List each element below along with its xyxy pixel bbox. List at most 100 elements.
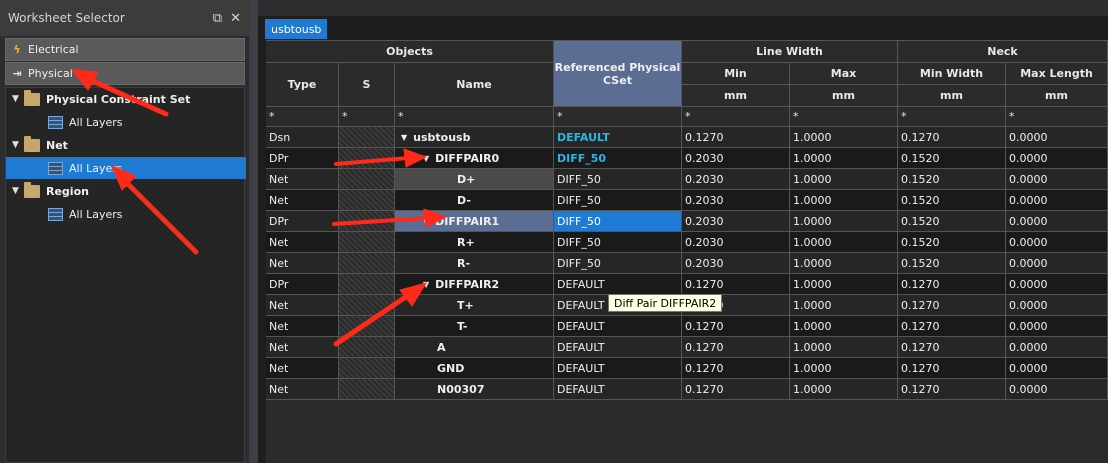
cell-cset[interactable]: DEFAULT xyxy=(554,358,682,379)
filter-lw-min[interactable]: * xyxy=(682,107,790,127)
cell-type[interactable]: Net xyxy=(266,379,339,400)
tree-node-pcs-all-layers[interactable]: All Layers xyxy=(48,111,123,133)
header-lw-max[interactable]: Max xyxy=(790,63,898,85)
cell-neck-min[interactable]: 0.1520 xyxy=(898,232,1006,253)
cell-name[interactable]: ▼ DIFFPAIR1 xyxy=(395,211,554,232)
header-type[interactable]: Type xyxy=(266,63,339,107)
cell-type[interactable]: Net xyxy=(266,295,339,316)
filter-cset[interactable]: * xyxy=(554,107,682,127)
table-row[interactable]: Net N00307 DEFAULT 0.1270 1.0000 0.1270 0.0000 xyxy=(266,379,1108,400)
cell-neck-max[interactable]: 0.0000 xyxy=(1006,148,1108,169)
tree-node-region[interactable]: ▼ Region xyxy=(12,180,89,202)
cell-cset[interactable]: DIFF_50 xyxy=(554,169,682,190)
cell-lw-max[interactable]: 1.0000 xyxy=(790,190,898,211)
cell-name[interactable]: ▼ DIFFPAIR0 xyxy=(395,148,554,169)
cell-neck-min[interactable]: 0.1270 xyxy=(898,295,1006,316)
cell-neck-max[interactable]: 0.0000 xyxy=(1006,190,1108,211)
cell-cset[interactable]: DEFAULT xyxy=(554,127,682,148)
cell-neck-max[interactable]: 0.0000 xyxy=(1006,127,1108,148)
tab-usbtousb[interactable]: usbtousb xyxy=(265,19,328,39)
cell-neck-min[interactable]: 0.1520 xyxy=(898,211,1006,232)
cell-neck-max[interactable]: 0.0000 xyxy=(1006,379,1108,400)
expand-arrow-icon[interactable]: ▼ xyxy=(12,186,24,196)
cell-neck-min[interactable]: 0.1520 xyxy=(898,253,1006,274)
close-icon[interactable]: ✕ xyxy=(230,11,241,26)
cell-name[interactable]: D- xyxy=(395,190,554,211)
cell-s[interactable] xyxy=(339,127,395,148)
table-row[interactable]: Net R+ DIFF_50 0.2030 1.0000 0.1520 0.0000 xyxy=(266,232,1108,253)
header-neck-max-length[interactable]: Max Length xyxy=(1006,63,1108,85)
cell-lw-max[interactable]: 1.0000 xyxy=(790,379,898,400)
cell-s[interactable] xyxy=(339,295,395,316)
filter-neck-min[interactable]: * xyxy=(898,107,1006,127)
cell-neck-min[interactable]: 0.1520 xyxy=(898,190,1006,211)
cell-neck-max[interactable]: 0.0000 xyxy=(1006,337,1108,358)
cell-cset[interactable]: DIFF_50 xyxy=(554,190,682,211)
cell-lw-max[interactable]: 1.0000 xyxy=(790,169,898,190)
expand-arrow-icon[interactable]: ▼ xyxy=(423,217,429,226)
cell-s[interactable] xyxy=(339,316,395,337)
cell-type[interactable]: Net xyxy=(266,316,339,337)
cell-s[interactable] xyxy=(339,169,395,190)
cell-cset[interactable]: DIFF_50 xyxy=(554,253,682,274)
cell-type[interactable]: Net xyxy=(266,358,339,379)
cell-lw-max[interactable]: 1.0000 xyxy=(790,148,898,169)
header-lw-min[interactable]: Min xyxy=(682,63,790,85)
cell-cset[interactable]: DEFAULT xyxy=(554,379,682,400)
expand-arrow-icon[interactable]: ▼ xyxy=(12,140,24,150)
expand-arrow-icon[interactable]: ▼ xyxy=(423,154,429,163)
cell-type[interactable]: Net xyxy=(266,190,339,211)
tree-node-net[interactable]: ▼ Net xyxy=(12,134,68,156)
cell-lw-min[interactable]: 0.2030 xyxy=(682,253,790,274)
cell-name[interactable]: GND xyxy=(395,358,554,379)
cell-name[interactable]: R+ xyxy=(395,232,554,253)
cell-lw-max[interactable]: 1.0000 xyxy=(790,358,898,379)
cell-lw-min[interactable]: 0.1270 xyxy=(682,274,790,295)
cell-neck-max[interactable]: 0.0000 xyxy=(1006,211,1108,232)
cell-neck-min[interactable]: 0.1520 xyxy=(898,148,1006,169)
filter-lw-max[interactable]: * xyxy=(790,107,898,127)
cell-neck-min[interactable]: 0.1270 xyxy=(898,379,1006,400)
cell-cset[interactable]: DIFF_50 xyxy=(554,232,682,253)
cell-neck-max[interactable]: 0.0000 xyxy=(1006,295,1108,316)
cell-lw-min[interactable]: 0.1270 xyxy=(682,337,790,358)
cell-s[interactable] xyxy=(339,274,395,295)
cell-neck-min[interactable]: 0.1270 xyxy=(898,358,1006,379)
cell-neck-min[interactable]: 0.1270 xyxy=(898,127,1006,148)
table-row[interactable]: DPr ▼ DIFFPAIR0 DIFF_50 0.2030 1.0000 0.1520 0.… xyxy=(266,148,1108,169)
cell-lw-max[interactable]: 1.0000 xyxy=(790,127,898,148)
cell-cset[interactable]: DIFF_50 xyxy=(554,211,682,232)
cell-neck-max[interactable]: 0.0000 xyxy=(1006,253,1108,274)
cell-lw-max[interactable]: 1.0000 xyxy=(790,211,898,232)
cell-neck-max[interactable]: 0.0000 xyxy=(1006,232,1108,253)
cell-type[interactable]: DPr xyxy=(266,274,339,295)
cell-s[interactable] xyxy=(339,211,395,232)
cell-cset[interactable]: DEFAULT xyxy=(554,337,682,358)
filter-name[interactable]: * xyxy=(395,107,554,127)
cell-lw-min[interactable]: 0.2030 xyxy=(682,169,790,190)
table-row[interactable]: Net D- DIFF_50 0.2030 1.0000 0.1520 0.0000 xyxy=(266,190,1108,211)
expand-arrow-icon[interactable]: ▼ xyxy=(401,133,407,142)
cell-s[interactable] xyxy=(339,190,395,211)
table-row[interactable]: Net R- DIFF_50 0.2030 1.0000 0.1520 0.0000 xyxy=(266,253,1108,274)
cell-s[interactable] xyxy=(339,232,395,253)
cell-lw-max[interactable]: 1.0000 xyxy=(790,274,898,295)
cell-lw-max[interactable]: 1.0000 xyxy=(790,337,898,358)
cell-lw-min[interactable]: 0.1270 xyxy=(682,127,790,148)
cell-type[interactable]: Net xyxy=(266,337,339,358)
header-neck-min-width[interactable]: Min Width xyxy=(898,63,1006,85)
cell-type[interactable]: Net xyxy=(266,232,339,253)
float-window-icon[interactable]: ⧉ xyxy=(213,11,222,26)
tree-node-region-all-layers[interactable]: All Layers xyxy=(48,203,123,225)
tree-node-physical-constraint-set[interactable]: ▼ Physical Constraint Set xyxy=(12,88,190,110)
cell-neck-max[interactable]: 0.0000 xyxy=(1006,169,1108,190)
cell-lw-max[interactable]: 1.0000 xyxy=(790,253,898,274)
filter-neck-max[interactable]: * xyxy=(1006,107,1108,127)
table-row[interactable]: Net A DEFAULT 0.1270 1.0000 0.1270 0.0000 xyxy=(266,337,1108,358)
cell-neck-max[interactable]: 0.0000 xyxy=(1006,274,1108,295)
cell-neck-min[interactable]: 0.1270 xyxy=(898,274,1006,295)
cell-lw-min[interactable]: 0.1270 xyxy=(682,358,790,379)
cell-lw-max[interactable]: 1.0000 xyxy=(790,316,898,337)
cell-lw-min[interactable]: 0.1270 xyxy=(682,379,790,400)
cell-type[interactable]: DPr xyxy=(266,148,339,169)
